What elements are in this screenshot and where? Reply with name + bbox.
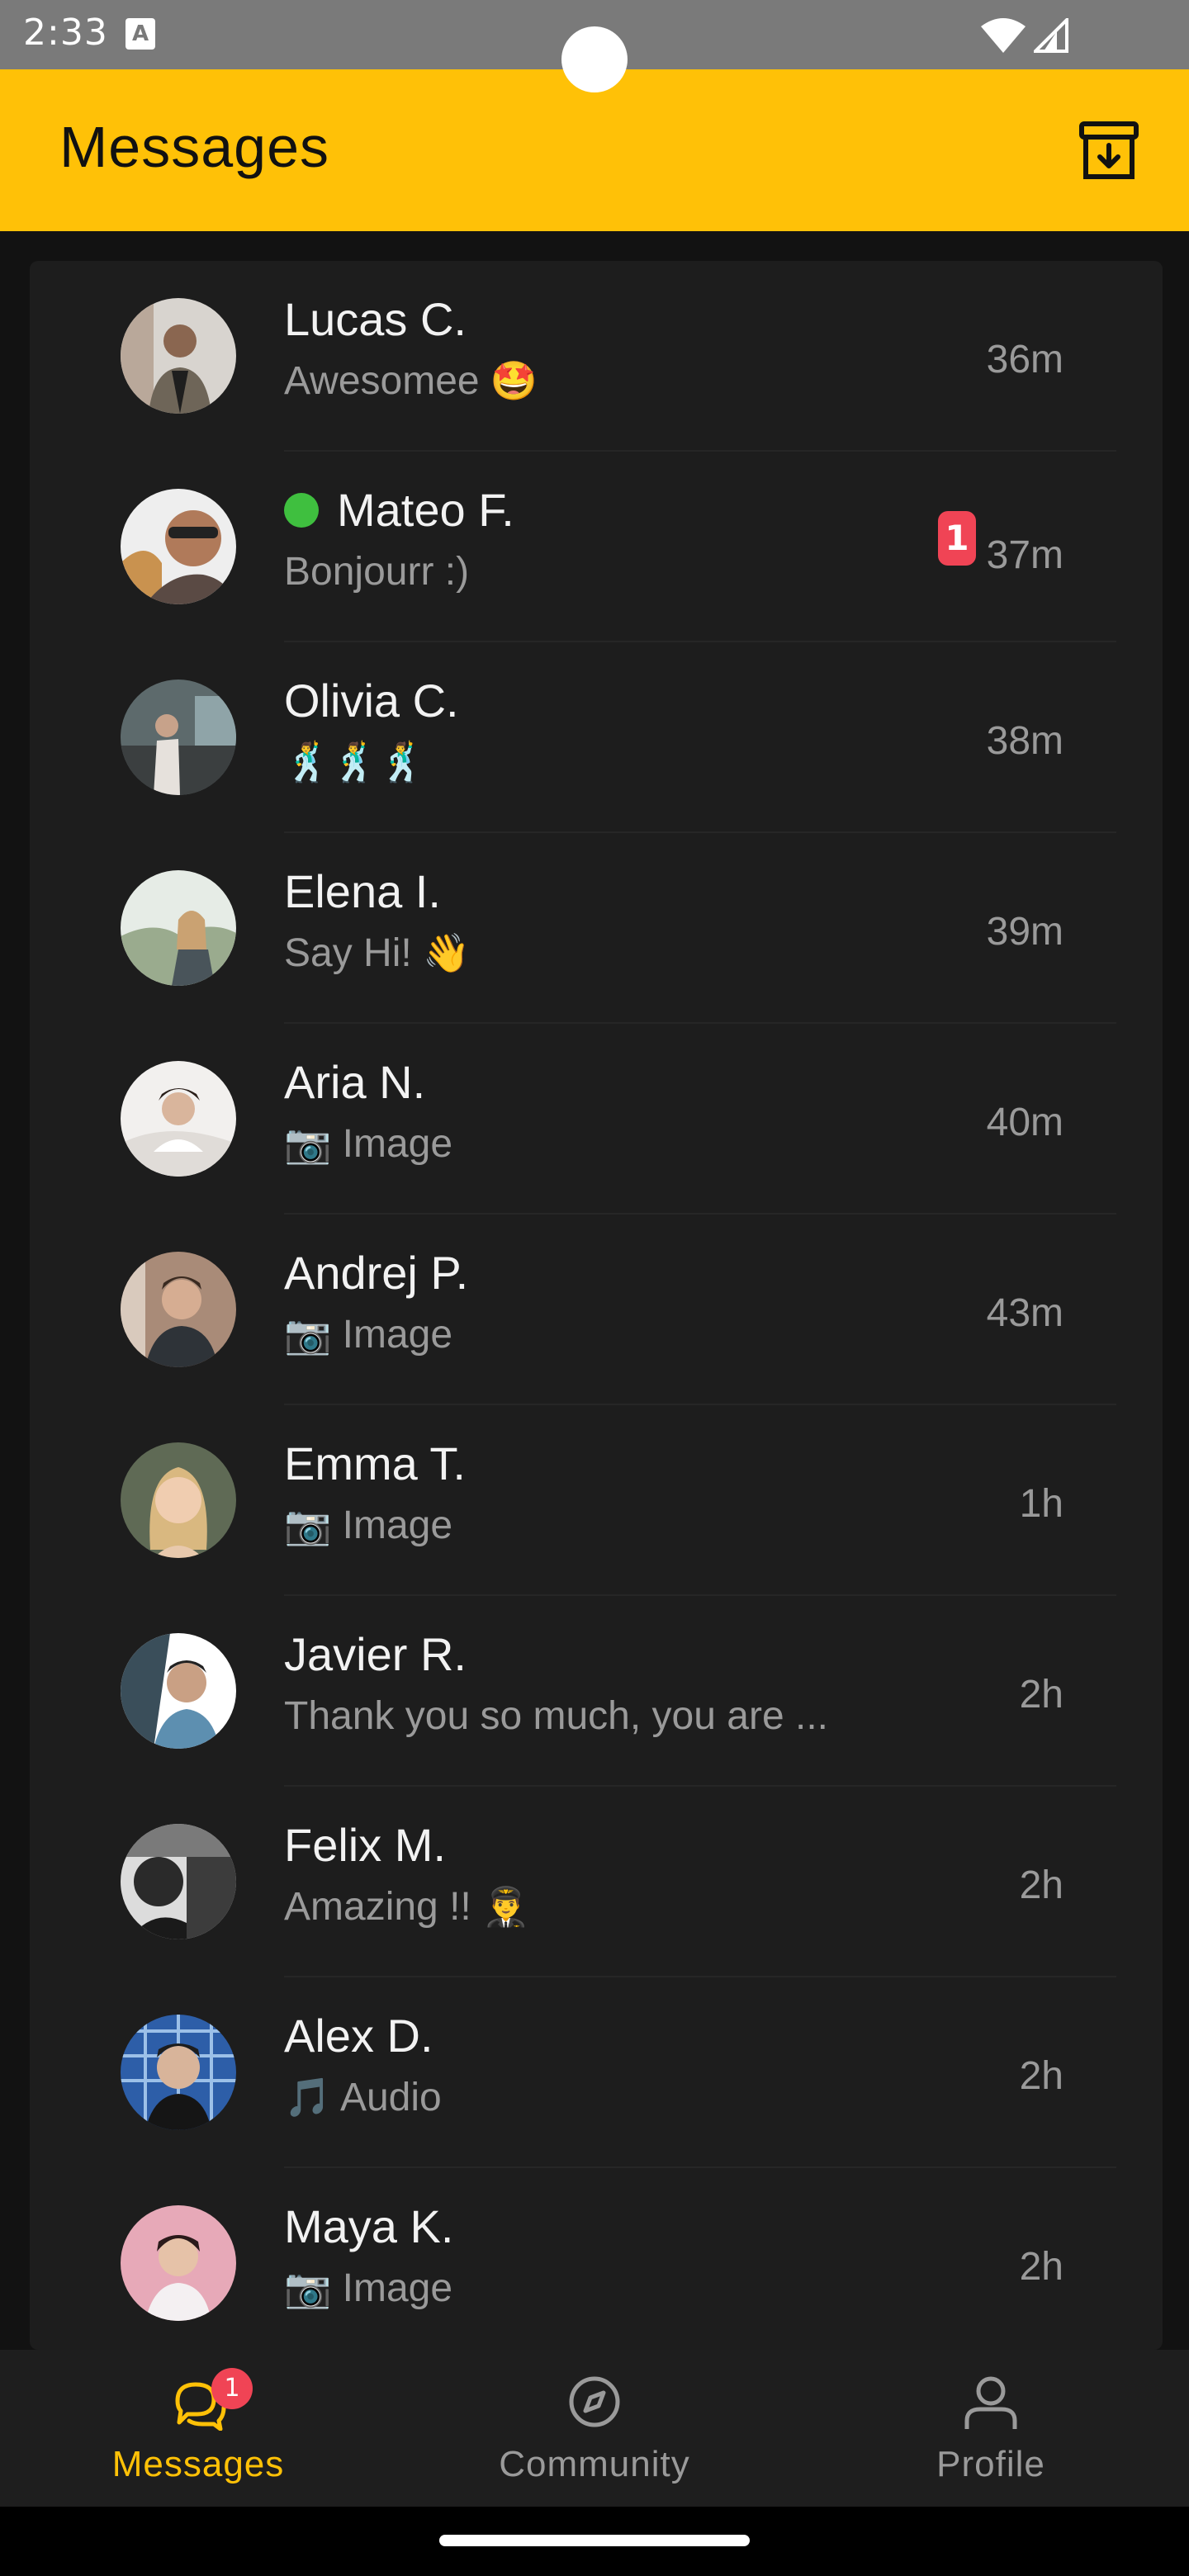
message-time: 38m — [986, 719, 1063, 763]
nav-label: Messages — [111, 2444, 285, 2484]
conversation-list: Lucas C. Awesomee 🤩 36m Mateo F. Bonjour… — [30, 261, 1163, 2350]
contact-name: Elena I. — [284, 865, 441, 917]
message-preview: Thank you so much, you are ... — [284, 1694, 828, 1738]
conversation-row[interactable]: Maya K. 📷 Image 2h — [30, 2168, 1163, 2350]
avatar — [121, 2015, 236, 2130]
message-preview: 🕺🕺🕺 — [284, 741, 426, 784]
message-preview: 📷 Image — [284, 1503, 453, 1547]
message-time: 39m — [986, 910, 1063, 954]
status-time: 2:33 — [23, 12, 108, 54]
message-preview: 🎵 Audio — [284, 2076, 442, 2119]
message-preview: Bonjourr :) — [284, 550, 470, 594]
nav-community[interactable]: Community — [396, 2350, 793, 2507]
bottom-navigation: 1 Messages Community Profile — [0, 2350, 1189, 2507]
message-preview: 📷 Image — [284, 1313, 453, 1357]
message-time: 2h — [1019, 2245, 1063, 2289]
unread-badge: 1 — [938, 511, 976, 566]
conversation-row[interactable]: Alex D. 🎵 Audio 2h — [30, 1977, 1163, 2168]
contact-name: Emma T. — [284, 1437, 466, 1489]
message-time: 36m — [986, 338, 1063, 381]
contact-name: Mateo F. — [284, 483, 514, 537]
contact-name: Alex D. — [284, 2010, 433, 2062]
archive-download-icon[interactable] — [1075, 117, 1143, 185]
contact-name: Lucas C. — [284, 293, 467, 345]
home-gesture-bar[interactable] — [439, 2535, 750, 2546]
message-preview: 📷 Image — [284, 2266, 453, 2310]
conversation-row[interactable]: Mateo F. Bonjourr :) 1 37m — [30, 452, 1163, 642]
nav-messages[interactable]: 1 Messages — [0, 2350, 396, 2507]
avatar — [121, 298, 236, 414]
message-time: 1h — [1019, 1482, 1063, 1526]
message-preview: 📷 Image — [284, 1122, 453, 1166]
contact-name: Andrej P. — [284, 1247, 469, 1299]
notification-icon: A — [126, 18, 155, 50]
conversation-row[interactable]: Olivia C. 🕺🕺🕺 38m — [30, 642, 1163, 833]
page-title: Messages — [59, 115, 330, 179]
message-time: 40m — [986, 1101, 1063, 1144]
message-time: 2h — [1019, 2054, 1063, 2098]
conversation-row[interactable]: Emma T. 📷 Image 1h — [30, 1405, 1163, 1596]
online-status-dot — [284, 493, 319, 528]
wifi-icon — [981, 18, 1026, 53]
conversation-row[interactable]: Elena I. Say Hi! 👋 39m — [30, 833, 1163, 1024]
message-time: 2h — [1019, 1673, 1063, 1717]
message-time: 37m — [986, 533, 1063, 577]
contact-name: Felix M. — [284, 1819, 446, 1871]
avatar — [121, 1633, 236, 1749]
avatar — [121, 870, 236, 986]
system-navigation-area — [0, 2507, 1189, 2576]
message-time: 2h — [1019, 1863, 1063, 1907]
camera-cutout — [561, 26, 628, 92]
signal-icon — [1034, 18, 1068, 53]
contact-name: Aria N. — [284, 1056, 426, 1108]
nav-unread-badge: 1 — [211, 2368, 253, 2409]
nav-profile[interactable]: Profile — [793, 2350, 1189, 2507]
compass-icon — [569, 2376, 620, 2427]
person-icon — [964, 2376, 1017, 2429]
avatar — [121, 1824, 236, 1939]
conversation-row[interactable]: Lucas C. Awesomee 🤩 36m — [30, 261, 1163, 452]
nav-label: Community — [499, 2444, 690, 2484]
avatar — [121, 1442, 236, 1558]
nav-label: Profile — [936, 2444, 1045, 2484]
conversation-row[interactable]: Javier R. Thank you so much, you are ...… — [30, 1596, 1163, 1787]
avatar — [121, 1061, 236, 1177]
avatar — [121, 2205, 236, 2321]
contact-name: Maya K. — [284, 2200, 454, 2252]
conversation-row[interactable]: Aria N. 📷 Image 40m — [30, 1024, 1163, 1215]
message-preview: Awesomee 🤩 — [284, 359, 538, 403]
message-preview: Say Hi! 👋 — [284, 931, 471, 975]
message-time: 43m — [986, 1291, 1063, 1335]
contact-name: Javier R. — [284, 1628, 467, 1680]
conversation-row[interactable]: Felix M. Amazing !! 👨‍✈️ 2h — [30, 1787, 1163, 1977]
conversation-row[interactable]: Andrej P. 📷 Image 43m — [30, 1215, 1163, 1405]
contact-name: Olivia C. — [284, 675, 459, 727]
message-preview: Amazing !! 👨‍✈️ — [284, 1885, 530, 1929]
messages-screen: 2:33 A Messages Lucas C. Awesomee 🤩 36m — [0, 0, 1189, 2576]
app-header: Messages — [0, 69, 1189, 231]
avatar — [121, 1252, 236, 1367]
avatar — [121, 680, 236, 795]
avatar — [121, 489, 236, 604]
